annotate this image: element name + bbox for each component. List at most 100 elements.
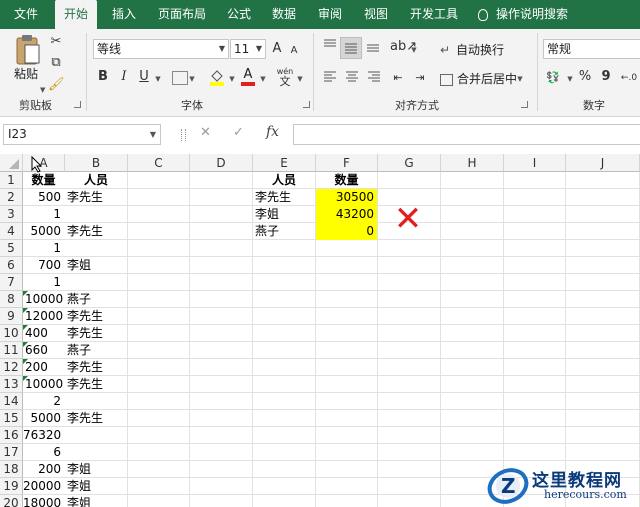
cell-b8[interactable]: 燕子 [65, 291, 127, 308]
formula-input[interactable] [293, 124, 640, 145]
orientation-button[interactable]: ab↗ [390, 38, 417, 56]
cell-e3[interactable]: 李姐 [253, 206, 315, 223]
font-name-box[interactable]: 等线 ▼ [93, 39, 229, 59]
grow-font-button[interactable]: A [270, 40, 284, 58]
align-right-button[interactable] [366, 69, 382, 87]
cell-a5[interactable]: 1 [23, 240, 64, 257]
bold-button[interactable]: B [96, 68, 110, 86]
cell-b10[interactable]: 李先生 [65, 325, 127, 342]
cell-a11[interactable]: 660 [23, 342, 64, 359]
row-header-16[interactable]: 16 [0, 427, 23, 444]
align-left-button[interactable] [322, 69, 338, 87]
cell-b11[interactable]: 燕子 [65, 342, 127, 359]
cell-a6[interactable]: 700 [23, 257, 64, 274]
row-header-11[interactable]: 11 [0, 342, 23, 359]
cell-b6[interactable]: 李姐 [65, 257, 127, 274]
cell-e1[interactable]: 人员 [253, 172, 315, 189]
underline-dropdown-icon[interactable]: ▼ [154, 69, 162, 88]
cell-b14[interactable] [65, 393, 127, 410]
cell-a4[interactable]: 5000 [23, 223, 64, 240]
shrink-font-button[interactable]: A [288, 42, 300, 60]
cell-b13[interactable]: 李先生 [65, 376, 127, 393]
cancel-icon[interactable]: ✕ [200, 125, 211, 140]
align-center-button[interactable] [344, 69, 360, 87]
align-middle-button[interactable] [340, 37, 362, 59]
fill-dropdown-icon[interactable]: ▼ [228, 69, 236, 88]
borders-dropdown-icon[interactable]: ▼ [188, 69, 196, 88]
cell-b1[interactable]: 人员 [65, 172, 127, 189]
column-header-e[interactable]: E [253, 154, 316, 172]
merge-center-button[interactable]: 合并后居中 [440, 70, 540, 87]
row-header-18[interactable]: 18 [0, 461, 23, 478]
row-header-5[interactable]: 5 [0, 240, 23, 257]
row-header-19[interactable]: 19 [0, 478, 23, 495]
row-header-7[interactable]: 7 [0, 274, 23, 291]
format-painter-icon[interactable]: 🖌 [48, 76, 65, 94]
cell-a2[interactable]: 500 [23, 189, 64, 206]
comma-style-button[interactable]: 9 [600, 68, 612, 86]
cell-a14[interactable]: 2 [23, 393, 64, 410]
cell-a15[interactable]: 5000 [23, 410, 64, 427]
italic-button[interactable]: I [117, 68, 131, 86]
paste-button[interactable] [14, 33, 42, 67]
tab-formulas[interactable]: 公式 [219, 0, 259, 29]
cell-b16[interactable] [65, 427, 127, 444]
column-header-h[interactable]: H [441, 154, 504, 172]
paste-dropdown-icon[interactable]: ▼ [40, 81, 45, 95]
row-header-2[interactable]: 2 [0, 189, 23, 206]
font-color-button[interactable]: A [241, 68, 255, 86]
tab-insert[interactable]: 插入 [104, 0, 144, 29]
row-header-1[interactable]: 1 [0, 172, 23, 189]
row-header-17[interactable]: 17 [0, 444, 23, 461]
align-bottom-button[interactable] [365, 37, 381, 59]
row-header-9[interactable]: 9 [0, 308, 23, 325]
cell-a19[interactable]: 20000 [23, 478, 64, 495]
cell-e2[interactable]: 李先生 [253, 189, 315, 206]
cell-f1[interactable]: 数量 [316, 172, 377, 189]
column-header-a[interactable]: A [23, 154, 65, 172]
column-header-f[interactable]: F [316, 154, 378, 172]
row-header-4[interactable]: 4 [0, 223, 23, 240]
cut-icon[interactable]: ✂ [48, 33, 64, 51]
row-header-12[interactable]: 12 [0, 359, 23, 376]
tab-view[interactable]: 视图 [356, 0, 396, 29]
alignment-launcher-icon[interactable] [521, 101, 528, 108]
phonetic-dropdown-icon[interactable]: ▼ [296, 69, 304, 88]
resize-handle[interactable] [181, 129, 186, 141]
tab-data[interactable]: 数据 [264, 0, 304, 29]
cell-f2[interactable]: 30500 [316, 189, 377, 206]
accounting-dropdown-icon[interactable]: ▼ [566, 69, 574, 88]
phonetic-button[interactable]: wén 文 [276, 68, 294, 88]
fill-color-button[interactable] [209, 68, 225, 86]
column-header-d[interactable]: D [190, 154, 253, 172]
cell-a17[interactable]: 6 [23, 444, 64, 461]
font-color-dropdown-icon[interactable]: ▼ [259, 69, 267, 88]
cell-b18[interactable]: 李姐 [65, 461, 127, 478]
cell-b3[interactable] [65, 206, 127, 223]
row-header-10[interactable]: 10 [0, 325, 23, 342]
percent-button[interactable]: % [578, 68, 592, 86]
align-top-button[interactable] [322, 37, 338, 59]
cell-f4[interactable]: 0 [316, 223, 377, 240]
decrease-indent-button[interactable]: ⇤ [390, 69, 406, 87]
cell-a13[interactable]: 10000 [23, 376, 64, 393]
row-header-8[interactable]: 8 [0, 291, 23, 308]
font-launcher-icon[interactable] [303, 101, 310, 108]
row-header-20[interactable]: 20 [0, 495, 23, 507]
accounting-format-button[interactable]: 💱 [545, 69, 561, 87]
cell-a12[interactable]: 200 [23, 359, 64, 376]
column-header-c[interactable]: C [128, 154, 190, 172]
enter-icon[interactable]: ✓ [233, 125, 244, 140]
cell-b4[interactable]: 李先生 [65, 223, 127, 240]
cell-a9[interactable]: 12000 [23, 308, 64, 325]
column-header-b[interactable]: B [65, 154, 128, 172]
row-header-3[interactable]: 3 [0, 206, 23, 223]
cell-a18[interactable]: 200 [23, 461, 64, 478]
select-all-corner[interactable] [0, 154, 23, 172]
cell-b12[interactable]: 李先生 [65, 359, 127, 376]
cell-a16[interactable]: 76320 [23, 427, 64, 444]
merge-dropdown-icon[interactable]: ▼ [516, 69, 524, 88]
tab-review[interactable]: 审阅 [310, 0, 350, 29]
cell-b19[interactable]: 李姐 [65, 478, 127, 495]
cell-a3[interactable]: 1 [23, 206, 64, 223]
